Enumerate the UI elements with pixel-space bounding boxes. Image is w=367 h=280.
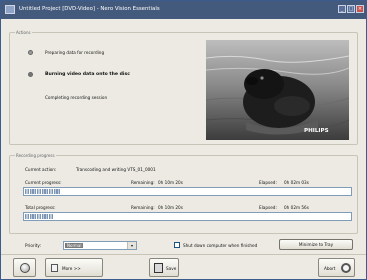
step-done-icon [28, 50, 33, 55]
floppy-disk-icon [154, 263, 163, 273]
abort-button[interactable]: Abort [318, 258, 355, 277]
priority-label: Priority: [25, 243, 42, 248]
current-action-value: Transcoding and writing VTS_01_0001 [76, 167, 156, 172]
step-label: Preparing data for recording [45, 50, 105, 55]
document-icon [51, 264, 58, 272]
shutdown-label: Shut down computer when finished [183, 243, 258, 248]
title-bar[interactable]: Untitled Project [DVD-Video] - Nero Visi… [1, 1, 366, 19]
help-icon [20, 263, 30, 273]
current-progress-bar [23, 187, 352, 196]
preview-watermark: PHILIPS [304, 128, 329, 134]
current-remaining-label: Remaining: [131, 180, 155, 185]
total-elapsed-value: 0h 02m 56s [284, 205, 309, 210]
more-button[interactable]: More >> [45, 258, 103, 277]
minimize-to-tray-label: Minimize to Tray [298, 242, 334, 247]
priority-select[interactable]: Normal ▾ [63, 241, 137, 250]
current-remaining-value: 0h 10m 20s [158, 180, 183, 185]
step-active-icon [28, 72, 33, 77]
window-title: Untitled Project [DVD-Video] - Nero Visi… [19, 6, 160, 12]
close-button[interactable]: × [356, 5, 364, 13]
chevron-down-icon[interactable]: ▾ [127, 242, 136, 249]
preview-frame [206, 40, 349, 140]
power-icon [341, 263, 351, 273]
minimize-button[interactable]: _ [338, 5, 346, 13]
video-preview: PHILIPS [206, 40, 349, 140]
recording-progress-title: Recording progress [15, 153, 56, 158]
current-action-label: Current action: [25, 167, 57, 172]
total-remaining-label: Remaining: [131, 205, 155, 210]
current-progress-label: Current progress: [25, 180, 62, 185]
step-label-active: Burning video data onto the disc [45, 72, 130, 77]
total-elapsed-label: Elapsed: [259, 205, 277, 210]
total-progress-fill [25, 214, 54, 219]
minimize-to-tray-button[interactable]: Minimize to Tray [279, 239, 353, 250]
step-label: Completing recording session [45, 95, 108, 100]
save-button[interactable]: Save [149, 258, 179, 277]
total-remaining-value: 0h 10m 20s [158, 205, 183, 210]
abort-label: Abort [324, 266, 336, 271]
total-progress-bar [23, 212, 352, 221]
shutdown-checkbox[interactable] [174, 242, 180, 248]
app-icon [5, 5, 15, 14]
nero-vision-window: Untitled Project [DVD-Video] - Nero Visi… [0, 0, 367, 280]
more-label: More >> [62, 266, 81, 271]
maximize-button[interactable]: □ [347, 5, 355, 13]
help-button[interactable] [13, 258, 36, 277]
save-label: Save [166, 266, 177, 271]
current-elapsed-label: Elapsed: [259, 180, 277, 185]
actions-group-title: Actions [15, 30, 32, 35]
priority-value: Normal [65, 243, 84, 248]
footer-divider [1, 254, 366, 255]
current-elapsed-value: 0h 02m 03s [284, 180, 309, 185]
current-progress-fill [25, 189, 61, 194]
total-progress-label: Total progress: [25, 205, 56, 210]
